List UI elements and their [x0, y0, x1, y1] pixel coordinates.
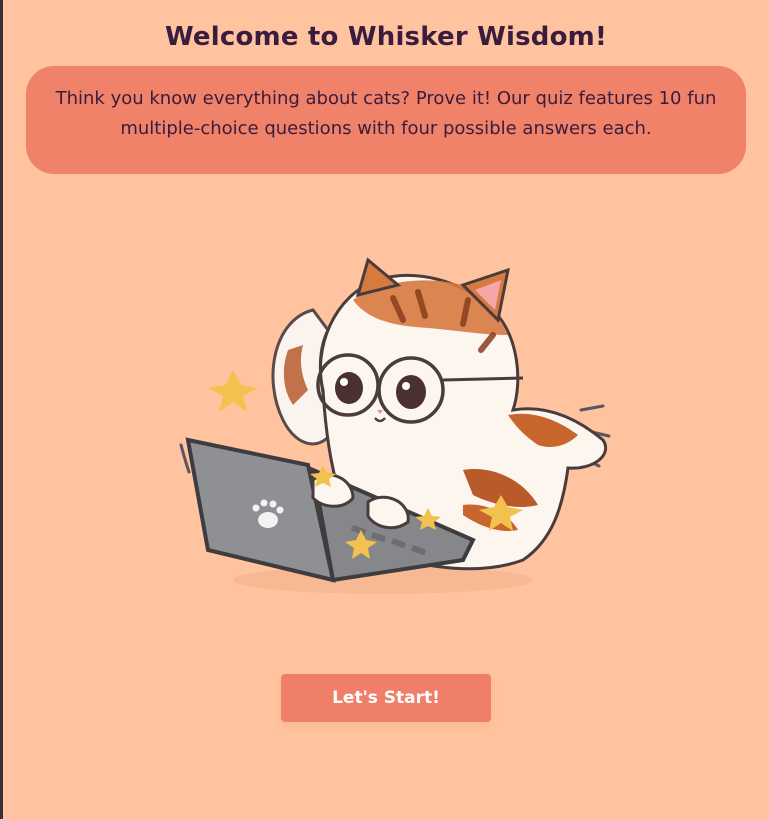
intro-card: Think you know everything about cats? Pr… — [26, 66, 746, 174]
page-title: Welcome to Whisker Wisdom! — [164, 22, 608, 52]
quiz-welcome-page: Welcome to Whisker Wisdom! Think you kno… — [3, 0, 769, 819]
intro-text: Think you know everything about cats? Pr… — [55, 88, 717, 139]
cat-illustration — [163, 240, 623, 620]
start-quiz-button[interactable]: Let's Start! — [281, 674, 491, 722]
